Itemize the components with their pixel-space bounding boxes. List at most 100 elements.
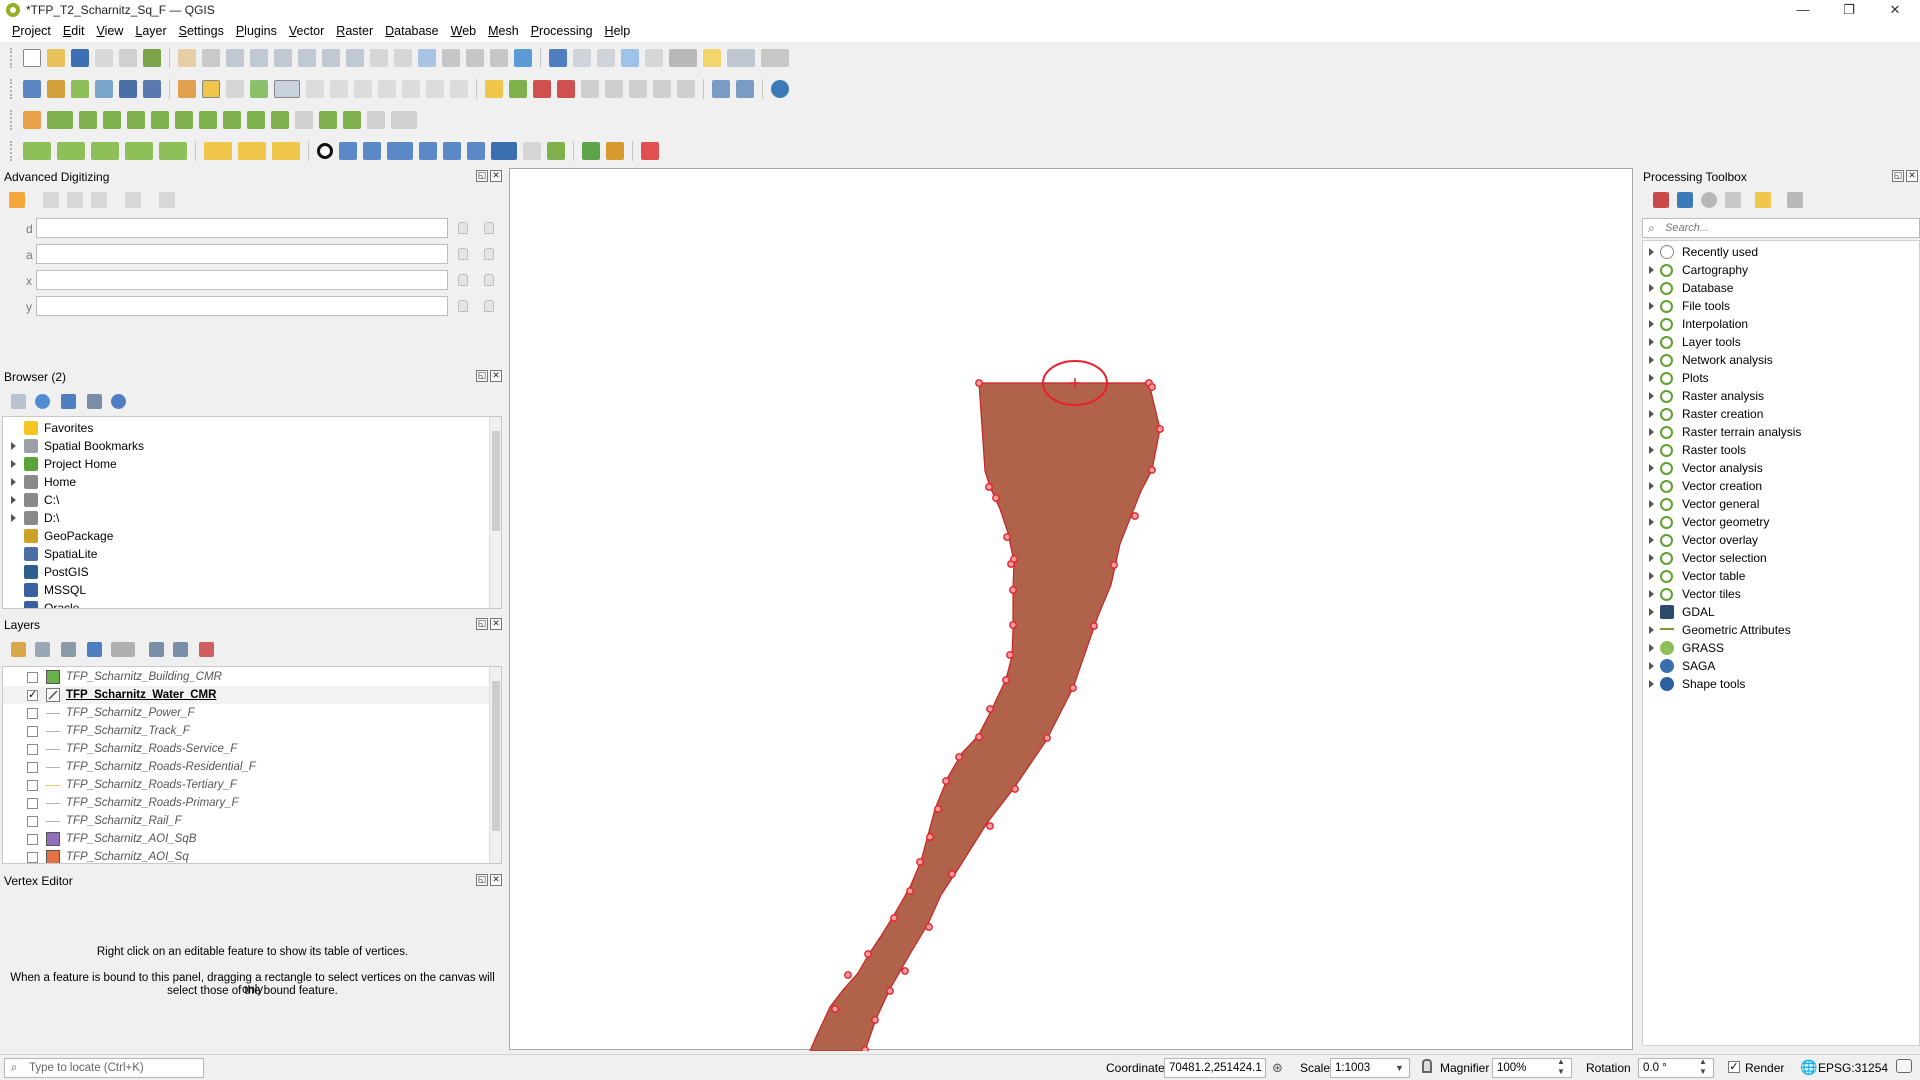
scrollbar-thumb[interactable] [492, 681, 500, 831]
pan-map-icon[interactable] [178, 48, 196, 67]
topological-editing-icon[interactable] [419, 141, 437, 160]
vertex-marker[interactable] [1003, 533, 1011, 541]
close-panel-button[interactable]: ✕ [490, 370, 502, 382]
layer-item[interactable]: TFP_Scharnitz_Rail_F [3, 812, 501, 830]
vertex-marker[interactable] [948, 870, 956, 878]
expand-arrow-icon[interactable] [1649, 374, 1654, 382]
pin-labels-icon[interactable] [533, 79, 551, 98]
new-shapefile-layer-icon[interactable] [71, 79, 89, 98]
layer-visibility-checkbox[interactable] [27, 761, 38, 773]
open-attribute-table-icon[interactable] [573, 48, 591, 67]
processing-provider-item[interactable]: SAGA [1643, 657, 1919, 675]
toggle-extents-icon[interactable]: ⊛ [1272, 1060, 1283, 1076]
show-bookmarks-icon[interactable] [466, 48, 484, 67]
lock-icon[interactable] [458, 300, 468, 312]
vertex-marker[interactable] [1156, 425, 1164, 433]
change-label-icon[interactable] [629, 79, 647, 98]
layer-item[interactable]: TFP_Scharnitz_Power_F [3, 704, 501, 722]
menu-raster[interactable]: Raster [330, 24, 379, 38]
highlight-labels-icon[interactable] [557, 79, 575, 98]
float-panel-button[interactable]: ◱ [476, 618, 488, 630]
repeat-lock-icon[interactable] [484, 274, 494, 286]
trim-extend-icon[interactable] [391, 110, 417, 129]
reverse-line-icon[interactable] [367, 110, 385, 129]
browser-scrollbar[interactable] [489, 417, 501, 608]
chevron-down-icon[interactable]: ▼ [1395, 1059, 1404, 1077]
vertex-marker[interactable] [992, 494, 1000, 502]
collapse-all-icon[interactable] [173, 642, 188, 657]
vertex-marker[interactable] [906, 887, 914, 895]
crs-label[interactable]: EPSG:31254 [1818, 1061, 1888, 1075]
float-panel-button[interactable]: ◱ [476, 170, 488, 182]
delete-selected-icon[interactable] [330, 79, 348, 98]
menu-edit[interactable]: Edit [57, 24, 91, 38]
processing-provider-item[interactable]: Recently used [1643, 243, 1919, 261]
add-part-icon[interactable] [79, 110, 97, 129]
x-field[interactable] [36, 270, 448, 290]
coordinate-field[interactable]: 70481.2,251424.1 [1164, 1058, 1266, 1078]
map-canvas[interactable] [509, 168, 1633, 1054]
expand-arrow-icon[interactable] [1649, 284, 1654, 292]
expand-arrow-icon[interactable] [1649, 392, 1654, 400]
open-project-icon[interactable] [47, 48, 65, 67]
vertex-marker[interactable] [955, 753, 963, 761]
toolbar-grip[interactable] [10, 78, 14, 99]
y-field[interactable] [36, 296, 448, 316]
pan-to-selection-icon[interactable] [202, 48, 220, 67]
shape-digitizing-icon[interactable] [159, 141, 187, 160]
data-source-manager-icon[interactable] [23, 79, 41, 98]
processing-provider-item[interactable]: Vector overlay [1643, 531, 1919, 549]
avoid-overlap-icon[interactable] [443, 141, 461, 160]
refresh-icon[interactable] [514, 48, 532, 67]
refresh-icon[interactable] [35, 394, 50, 409]
messages-icon[interactable] [1896, 1059, 1912, 1073]
add-regular-polygon-icon[interactable] [125, 141, 153, 160]
geometry-checker-icon[interactable] [582, 141, 600, 160]
close-panel-button[interactable]: ✕ [490, 170, 502, 182]
history-icon[interactable] [1701, 192, 1717, 208]
diagram-icon[interactable] [509, 79, 527, 98]
move-label-icon[interactable] [581, 79, 599, 98]
maximize-button[interactable]: ❐ [1826, 0, 1872, 20]
layer-visibility-checkbox[interactable] [27, 671, 38, 683]
vertex-marker[interactable] [925, 923, 933, 931]
style-manager-icon[interactable] [143, 48, 161, 67]
new-spatialite-layer-icon[interactable] [95, 79, 113, 98]
expand-arrow-icon[interactable] [11, 496, 16, 504]
vertex-marker[interactable] [890, 914, 898, 922]
expand-arrow-icon[interactable] [1649, 590, 1654, 598]
menu-project[interactable]: Project [6, 24, 57, 38]
menu-database[interactable]: Database [379, 24, 445, 38]
processing-provider-item[interactable]: Vector table [1643, 567, 1919, 585]
merge-attributes-icon[interactable] [295, 110, 313, 129]
expand-arrow-icon[interactable] [1649, 536, 1654, 544]
processing-provider-item[interactable]: GRASS [1643, 639, 1919, 657]
browser-item[interactable]: C:\ [3, 491, 501, 509]
floater-icon[interactable] [159, 192, 175, 208]
close-panel-button[interactable]: ✕ [1906, 170, 1918, 182]
lock-scale-icon[interactable] [1422, 1059, 1432, 1073]
label-properties-icon[interactable] [677, 79, 695, 98]
processing-provider-item[interactable]: Vector analysis [1643, 459, 1919, 477]
select-features-icon[interactable] [727, 48, 755, 67]
delete-ring-icon[interactable] [127, 110, 145, 129]
select-by-value-icon[interactable] [238, 141, 266, 160]
browser-item[interactable]: PostGIS [3, 563, 501, 581]
split-features-icon[interactable] [223, 110, 241, 129]
zoom-full-icon[interactable] [274, 48, 292, 67]
layer-item[interactable]: TFP_Scharnitz_Roads-Primary_F [3, 794, 501, 812]
processing-provider-item[interactable]: Vector tiles [1643, 585, 1919, 603]
deselect-features-icon[interactable] [272, 141, 300, 160]
snapping-settings-icon[interactable] [491, 141, 517, 160]
expand-arrow-icon[interactable] [1649, 356, 1654, 364]
save-project-icon[interactable] [71, 48, 89, 67]
lock-icon[interactable] [458, 274, 468, 286]
manage-map-themes-icon[interactable] [61, 642, 76, 657]
menu-plugins[interactable]: Plugins [230, 24, 283, 38]
add-rectangle-icon[interactable] [91, 141, 119, 160]
layer-item[interactable]: TFP_Scharnitz_AOI_Sq [3, 848, 501, 863]
offset-curve-icon[interactable] [199, 110, 217, 129]
info-icon[interactable] [111, 394, 126, 409]
zoom-layer-icon[interactable] [322, 48, 340, 67]
zoom-native-icon[interactable] [346, 48, 364, 67]
